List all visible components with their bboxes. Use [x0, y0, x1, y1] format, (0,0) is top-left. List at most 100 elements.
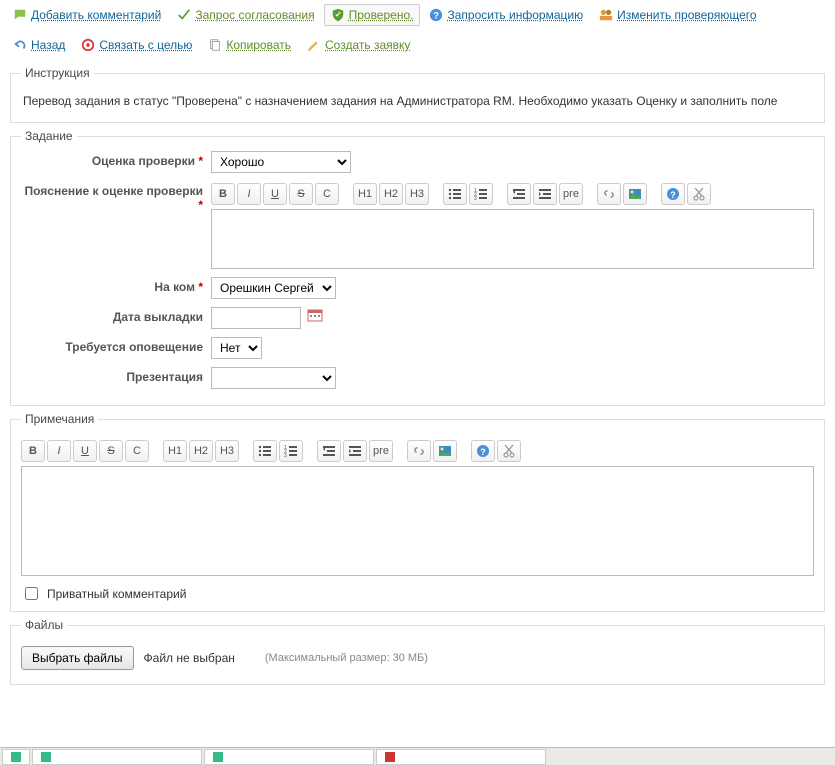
verified-label: Проверено. — [349, 8, 414, 22]
rte-toolbar-2: B I U S C H1 H2 H3 123 pre ? — [21, 438, 814, 464]
rating-select[interactable]: Хорошо — [211, 151, 351, 173]
deploy-date-input[interactable] — [211, 307, 301, 329]
h1-button-2[interactable]: H1 — [163, 440, 187, 462]
shield-check-icon — [331, 8, 345, 22]
pre-button-2[interactable]: pre — [369, 440, 393, 462]
instruction-legend: Инструкция — [21, 66, 94, 80]
svg-text:3: 3 — [284, 453, 287, 458]
calendar-icon[interactable] — [307, 307, 323, 323]
instruction-text: Перевод задания в статус "Проверена" с н… — [21, 88, 814, 114]
file-size-hint: (Максимальный размер: 30 МБ) — [265, 652, 428, 664]
target-icon — [81, 38, 95, 52]
taskbar-tab[interactable] — [32, 749, 202, 765]
outdent-button[interactable] — [507, 183, 531, 205]
taskbar-tab[interactable] — [376, 749, 546, 765]
rating-explanation-label: Пояснение к оценке проверки * — [21, 181, 211, 212]
link-button-2[interactable] — [407, 440, 431, 462]
copy-link[interactable]: Копировать — [201, 34, 298, 56]
add-comment-label: Добавить комментарий — [31, 8, 161, 22]
h1-button[interactable]: H1 — [353, 183, 377, 205]
image-button-2[interactable] — [433, 440, 457, 462]
notes-editor[interactable] — [21, 466, 814, 576]
speech-bubble-icon — [13, 8, 27, 22]
ul-button-2[interactable] — [253, 440, 277, 462]
indent-button-2[interactable] — [343, 440, 367, 462]
approval-request-link[interactable]: Запрос согласования — [170, 4, 321, 26]
strike-button-2[interactable]: S — [99, 440, 123, 462]
copy-label: Копировать — [226, 38, 291, 52]
presentation-label: Презентация — [21, 367, 211, 384]
link-goal-label: Связать с целью — [99, 38, 192, 52]
private-comment-label: Приватный комментарий — [47, 587, 186, 601]
approval-request-label: Запрос согласования — [195, 8, 314, 22]
notify-label: Требуется оповещение — [21, 337, 211, 354]
notes-legend: Примечания — [21, 412, 98, 426]
create-ticket-link[interactable]: Создать заявку — [300, 34, 417, 56]
h3-button[interactable]: H3 — [405, 183, 429, 205]
change-reviewer-label: Изменить проверяющего — [617, 8, 756, 22]
add-comment-link[interactable]: Добавить комментарий — [6, 4, 168, 26]
copy-icon — [208, 38, 222, 52]
help-button-2[interactable]: ? — [471, 440, 495, 462]
check-icon — [177, 8, 191, 22]
choose-files-button[interactable]: Выбрать файлы — [21, 646, 134, 670]
underline-button-2[interactable]: U — [73, 440, 97, 462]
link-goal-link[interactable]: Связать с целью — [74, 34, 199, 56]
h3-button-2[interactable]: H3 — [215, 440, 239, 462]
request-info-link[interactable]: ? Запросить информацию — [422, 4, 590, 26]
people-icon — [599, 8, 613, 22]
h2-button[interactable]: H2 — [379, 183, 403, 205]
assignee-label: На ком * — [21, 277, 211, 294]
italic-button-2[interactable]: I — [47, 440, 71, 462]
ul-button[interactable] — [443, 183, 467, 205]
code-button[interactable]: C — [315, 183, 339, 205]
notes-fieldset: Примечания B I U S C H1 H2 H3 123 pre ? — [10, 412, 825, 612]
create-ticket-label: Создать заявку — [325, 38, 410, 52]
italic-button[interactable]: I — [237, 183, 261, 205]
svg-text:3: 3 — [474, 196, 477, 201]
question-icon: ? — [429, 8, 443, 22]
taskbar-tab[interactable] — [204, 749, 374, 765]
taskbar-tab[interactable] — [2, 749, 30, 765]
change-reviewer-link[interactable]: Изменить проверяющего — [592, 4, 763, 26]
task-fieldset: Задание Оценка проверки * Хорошо Пояснен… — [10, 129, 825, 406]
verified-link[interactable]: Проверено. — [324, 4, 421, 26]
notify-select[interactable]: Нет — [211, 337, 262, 359]
link-button[interactable] — [597, 183, 621, 205]
pencil-icon — [307, 38, 321, 52]
back-label: Назад — [31, 38, 65, 52]
assignee-select[interactable]: Орешкин Сергей — [211, 277, 336, 299]
strike-button[interactable]: S — [289, 183, 313, 205]
pre-button[interactable]: pre — [559, 183, 583, 205]
help-button[interactable]: ? — [661, 183, 685, 205]
ol-button[interactable]: 123 — [469, 183, 493, 205]
rating-label: Оценка проверки * — [21, 151, 211, 168]
presentation-select[interactable] — [211, 367, 336, 389]
code-button-2[interactable]: C — [125, 440, 149, 462]
bold-button[interactable]: B — [211, 183, 235, 205]
files-legend: Файлы — [21, 618, 67, 632]
rating-explanation-editor[interactable] — [211, 209, 814, 269]
files-fieldset: Файлы Выбрать файлы Файл не выбран (Макс… — [10, 618, 825, 685]
cut-button-2[interactable] — [497, 440, 521, 462]
cut-button[interactable] — [687, 183, 711, 205]
private-comment-checkbox[interactable] — [25, 587, 38, 600]
back-link[interactable]: Назад — [6, 34, 72, 56]
ol-button-2[interactable]: 123 — [279, 440, 303, 462]
no-file-label: Файл не выбран — [144, 651, 235, 665]
indent-button[interactable] — [533, 183, 557, 205]
outdent-button-2[interactable] — [317, 440, 341, 462]
rte-toolbar-1: B I U S C H1 H2 H3 123 pre ? — [211, 181, 814, 207]
underline-button[interactable]: U — [263, 183, 287, 205]
instruction-fieldset: Инструкция Перевод задания в статус "Про… — [10, 66, 825, 123]
svg-text:?: ? — [434, 11, 440, 22]
request-info-label: Запросить информацию — [447, 8, 583, 22]
deploy-date-label: Дата выкладки — [21, 307, 211, 324]
undo-arrow-icon — [13, 38, 27, 52]
task-legend: Задание — [21, 129, 77, 143]
svg-text:?: ? — [670, 190, 676, 200]
image-button[interactable] — [623, 183, 647, 205]
taskbar — [0, 747, 835, 765]
bold-button-2[interactable]: B — [21, 440, 45, 462]
h2-button-2[interactable]: H2 — [189, 440, 213, 462]
